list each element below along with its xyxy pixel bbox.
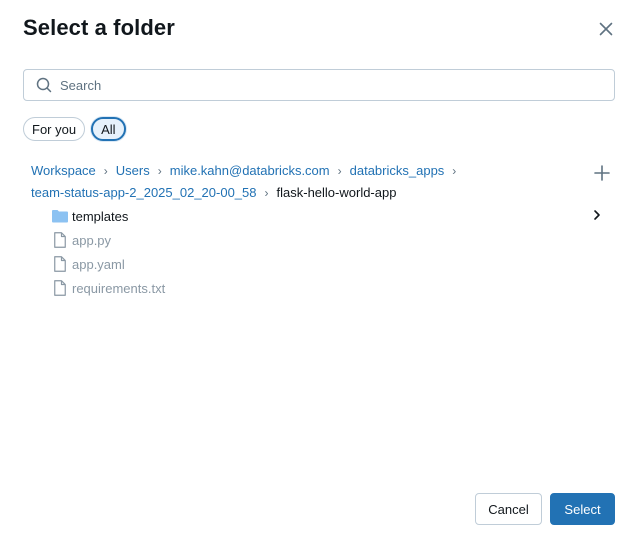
close-button[interactable] — [596, 19, 616, 39]
breadcrumb-team-status-app[interactable]: team-status-app-2_2025_02_20-00_58 — [31, 185, 257, 200]
breadcrumb: Workspace › Users › mike.kahn@databricks.com… — [31, 160, 561, 204]
file-icon — [52, 256, 68, 272]
select-folder-dialog: Select a folder For you All Workspace › Us… — [0, 0, 636, 549]
tree-item-file: requirements.txt — [52, 276, 612, 300]
chevron-right-icon: › — [157, 164, 162, 178]
breadcrumb-current: flask-hello-world-app — [276, 185, 397, 200]
tree-item-label: requirements.txt — [72, 280, 166, 296]
close-icon — [599, 22, 613, 36]
tree-item-label: app.py — [72, 232, 112, 248]
chevron-right-icon: › — [337, 164, 342, 178]
tree-item-file: app.yaml — [52, 252, 612, 276]
filter-for-you-chip[interactable]: For you — [23, 117, 86, 141]
search-input[interactable] — [60, 77, 614, 93]
chevron-right-icon: › — [452, 164, 457, 178]
dialog-footer: Cancel Select — [475, 493, 615, 525]
plus-icon — [594, 165, 610, 181]
dialog-title: Select a folder — [23, 15, 175, 40]
filter-chips: For you All — [23, 117, 126, 141]
file-icon — [52, 232, 68, 248]
new-folder-button[interactable] — [592, 163, 612, 183]
tree-item-label: templates — [72, 208, 129, 224]
cancel-button[interactable]: Cancel — [475, 493, 542, 525]
tree-item-file: app.py — [52, 228, 612, 252]
breadcrumb-users[interactable]: Users — [116, 163, 150, 178]
folder-icon — [52, 208, 68, 224]
tree-item-folder[interactable]: templates — [52, 204, 612, 228]
tree-item-label: app.yaml — [72, 256, 125, 272]
search-box[interactable] — [23, 69, 615, 101]
folder-tree: templates app.py app.yaml requirements.t… — [52, 204, 612, 300]
chevron-right-icon: › — [103, 164, 108, 178]
chevron-right-icon: › — [264, 186, 269, 200]
select-button[interactable]: Select — [550, 493, 615, 525]
breadcrumb-workspace[interactable]: Workspace — [31, 163, 96, 178]
chevron-right-icon[interactable] — [590, 208, 604, 222]
file-icon — [52, 280, 68, 296]
search-icon — [36, 77, 52, 93]
filter-all-chip[interactable]: All — [91, 117, 126, 141]
breadcrumb-user-folder[interactable]: mike.kahn@databricks.com — [170, 163, 330, 178]
breadcrumb-databricks-apps[interactable]: databricks_apps — [350, 163, 445, 178]
